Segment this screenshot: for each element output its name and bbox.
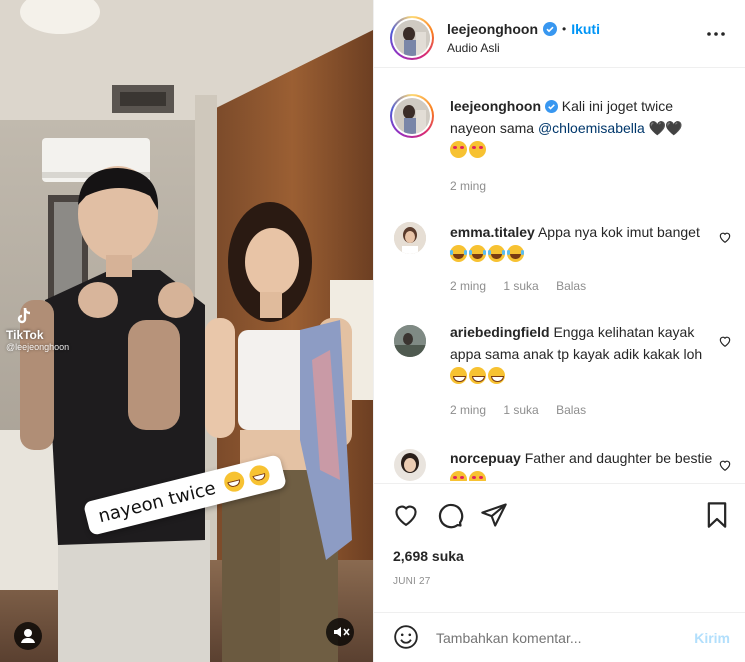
caption-hearts: 🖤🖤 — [648, 120, 683, 136]
tiktok-brand: TikTok — [6, 328, 44, 342]
caption-avatar-ring[interactable] — [390, 94, 434, 138]
commenter-avatar[interactable] — [394, 449, 426, 481]
post-actions: 2,698 suka JUNI 27 — [374, 483, 745, 613]
comment-username[interactable]: ariebedingfield — [450, 324, 550, 340]
paper-plane-icon — [481, 503, 507, 527]
caption-time: 2 ming — [450, 179, 487, 193]
smiley-icon — [394, 625, 418, 649]
instagram-post-modal: TikTok @leejeonghoon nayeon twice leejeo… — [0, 0, 745, 662]
save-button[interactable] — [704, 501, 730, 529]
comment-input[interactable] — [436, 626, 676, 650]
mute-button[interactable] — [326, 618, 354, 646]
emoji-picker-button[interactable] — [393, 624, 419, 650]
comment-username[interactable]: norcepuay — [450, 450, 521, 466]
comment-time: 2 ming — [450, 279, 487, 293]
comment-likes[interactable]: 1 suka — [503, 403, 538, 417]
more-options-icon — [707, 32, 725, 36]
laugh-cry-emoji-icon — [507, 245, 524, 262]
comment-item: ariebedingfield Engga kelihatan kayak ap… — [374, 321, 745, 431]
comment-username[interactable]: emma.titaley — [450, 224, 535, 240]
caption-mention-link[interactable]: @chloemisabella — [538, 120, 645, 136]
verified-badge-icon — [543, 22, 557, 36]
author-avatar[interactable] — [394, 20, 430, 56]
comment-text-block: norcepuay Father and daughter be bestie — [450, 447, 714, 481]
heart-eyes-emoji-icon — [469, 141, 486, 158]
comment-like-heart-icon[interactable] — [718, 458, 732, 472]
post-header: leejeonghoon • Ikuti Audio Asli — [374, 0, 745, 68]
comment-icon — [438, 503, 464, 529]
tiktok-logo-icon — [14, 306, 34, 326]
bookmark-icon — [707, 502, 727, 528]
post-comment-button[interactable]: Kirim — [694, 630, 730, 646]
comment-like-heart-icon[interactable] — [718, 230, 732, 244]
grin-emoji-icon — [222, 469, 247, 494]
comment-meta: 2 ming 1 suka Balas — [450, 403, 600, 417]
comment-likes[interactable]: 1 suka — [503, 279, 538, 293]
heart-icon — [395, 505, 417, 527]
comment-like-heart-icon[interactable] — [718, 334, 732, 348]
post-details-panel: leejeonghoon • Ikuti Audio Asli leejeong… — [373, 0, 745, 662]
like-button[interactable] — [392, 501, 420, 529]
caption-avatar[interactable] — [394, 98, 430, 134]
author-avatar-ring[interactable] — [390, 16, 434, 60]
comment-text-block: emma.titaley Appa nya kok imut banget — [450, 221, 714, 265]
heart-eyes-emoji-icon — [450, 471, 467, 481]
speaker-muted-icon — [334, 627, 350, 637]
follow-button[interactable]: Ikuti — [571, 21, 600, 37]
laugh-cry-emoji-icon — [469, 245, 486, 262]
comments-list[interactable]: leejeonghoon Kali ini joget twice nayeon… — [374, 69, 745, 481]
verified-badge-icon — [544, 100, 558, 113]
smile-emoji-icon — [450, 367, 467, 384]
tiktok-handle: @leejeonghoon — [6, 342, 70, 352]
comment-time: 2 ming — [450, 403, 487, 417]
comment-button[interactable] — [436, 501, 464, 529]
commenter-avatar[interactable] — [394, 325, 426, 357]
comment-reply-button[interactable]: Balas — [556, 403, 586, 417]
tiktok-watermark: TikTok @leejeonghoon — [6, 306, 69, 352]
add-comment-bar: Kirim — [374, 612, 745, 662]
more-options-button[interactable] — [706, 24, 726, 44]
comment-item: norcepuay Father and daughter be bestie — [374, 445, 745, 481]
comment-item: emma.titaley Appa nya kok imut banget 2 … — [374, 217, 745, 307]
commenter-avatar[interactable] — [394, 222, 426, 254]
follow-separator: • — [562, 22, 567, 36]
comment-meta: 2 ming 1 suka Balas — [450, 279, 600, 293]
heart-eyes-emoji-icon — [469, 471, 486, 481]
laugh-cry-emoji-icon — [488, 245, 505, 262]
caption-text-block: leejeonghoon Kali ini joget twice nayeon… — [450, 95, 714, 161]
post-date: JUNI 27 — [393, 576, 431, 587]
smile-emoji-icon — [488, 367, 505, 384]
comment-text-block: ariebedingfield Engga kelihatan kayak ap… — [450, 321, 714, 387]
comment-reply-button[interactable]: Balas — [556, 279, 586, 293]
likes-count[interactable]: 2,698 suka — [393, 548, 464, 564]
audio-link[interactable]: Audio Asli — [447, 41, 500, 55]
comment-text: Father and daughter be bestie — [524, 450, 713, 466]
share-button[interactable] — [480, 501, 508, 529]
heart-eyes-emoji-icon — [450, 141, 467, 158]
user-tag-icon — [21, 629, 35, 643]
comment-text: Appa nya kok imut banget — [537, 224, 700, 240]
caption-username[interactable]: leejeonghoon — [450, 98, 541, 114]
user-tag-button[interactable] — [14, 622, 42, 650]
author-username[interactable]: leejeonghoon — [447, 21, 538, 37]
smile-emoji-icon — [247, 463, 272, 488]
smile-emoji-icon — [469, 367, 486, 384]
laugh-cry-emoji-icon — [450, 245, 467, 262]
caption-row: leejeonghoon Kali ini joget twice nayeon… — [374, 91, 745, 201]
post-video[interactable]: TikTok @leejeonghoon nayeon twice — [0, 0, 373, 662]
